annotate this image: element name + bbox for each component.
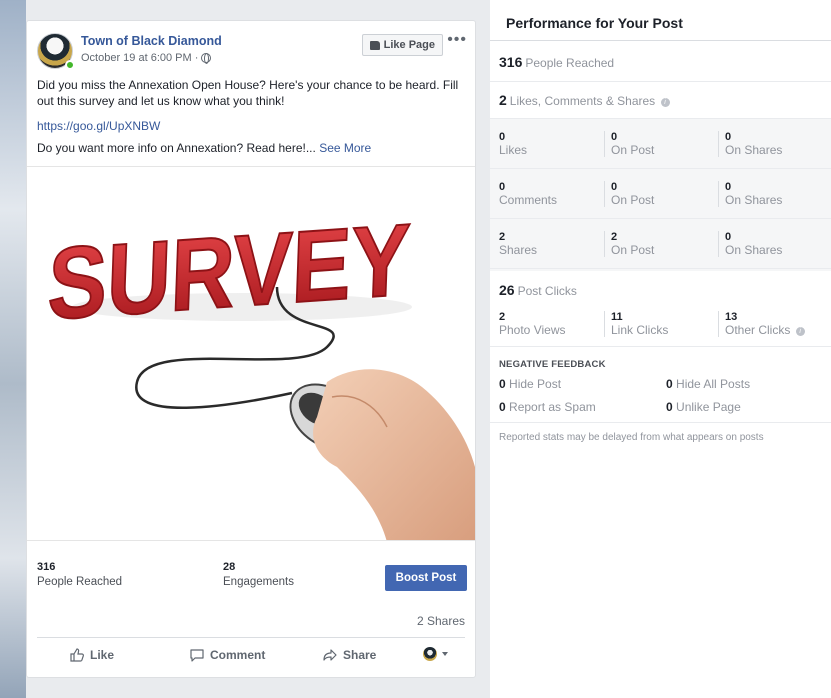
post-more-text: Do you want more info on Annexation? Rea… [37,141,371,155]
shares-total: 2 Shares [499,231,538,257]
like-label: Like [90,648,115,662]
clicks-breakdown: 2 Photo Views 11 Link Clicks 13 Other Click… [490,307,831,347]
boost-post-button[interactable]: Boost Post [385,565,467,591]
post-header: Town of Black Diamond October 19 at 6:00… [37,32,467,73]
link-clicks: 11 Link Clicks [604,311,668,337]
page-name-link[interactable]: Town of Black Diamond [81,34,222,48]
report-spam-stat: 0 Report as Spam [499,400,596,414]
comments-on-shares: 0 On Shares [718,181,782,207]
online-status-icon [65,60,75,70]
shares-on-shares: 0 On Shares [718,231,782,257]
unlike-page-stat: 0 Unlike Page [666,400,741,414]
comments-row: 0 Comments 0 On Post 0 On Shares [490,169,831,219]
engagement-row: 2 Likes, Comments & Shares i [490,82,831,119]
engagement-label: Likes, Comments & Shares [509,94,656,108]
post-more-sentence: Do you want more info on Annexation? Rea… [37,141,316,155]
post-text: Did you miss the Annexation Open House? … [37,78,459,108]
thumbs-up-icon [70,648,84,662]
like-page-label: Like Page [383,39,435,51]
likes-total: 0 Likes [499,131,528,157]
engagements-label: Engagements [223,576,294,588]
clicks-label: Post Clicks [517,284,577,298]
engagements-value: 28 [223,561,236,573]
post-actions: Like Comment Share [37,643,465,671]
info-icon[interactable]: i [660,98,670,107]
engagements-stat: 28 Engagements [223,561,294,588]
performance-panel: Performance for Your Post 316 People Reac… [490,0,831,698]
likes-row: 0 Likes 0 On Post 0 On Shares [490,119,831,169]
reached-label: People Reached [525,56,615,70]
post-image[interactable]: SURVEY [27,166,475,541]
like-button[interactable]: Like [69,647,114,663]
comment-button[interactable]: Comment [189,647,265,663]
survey-illustration: SURVEY [27,167,475,540]
comments-total: 0 Comments [499,181,558,207]
shares-row: 2 Shares 2 On Post 0 On Shares [490,219,831,269]
people-reached-value: 316 [37,561,56,573]
share-label: Share [343,648,377,662]
post-stats: 316 People Reached 28 Engagements Boost … [37,561,467,597]
hide-all-posts-stat: 0 Hide All Posts [666,377,751,391]
hide-post-stat: 0 Hide Post [499,377,562,391]
comment-label: Comment [210,648,266,662]
share-button[interactable]: Share [322,647,376,663]
shares-count-link[interactable]: 2 Shares [417,614,465,628]
see-more-link[interactable]: See More [319,141,371,155]
stats-disclaimer: Reported stats may be delayed from what … [499,432,764,443]
thumbs-up-icon [369,40,380,50]
divider [37,637,465,638]
engagement-breakdown: 0 Likes 0 On Post 0 On Shares 0 Comments 0 On… [490,119,831,271]
chevron-down-icon [442,652,448,656]
engagement-value: 2 [499,92,507,108]
performance-title: Performance for Your Post [506,15,683,31]
background-photo [0,0,26,698]
share-icon [323,649,337,661]
divider [490,422,831,423]
like-page-button[interactable]: Like Page [361,34,443,56]
people-reached-label: People Reached [37,576,123,588]
post-card: Town of Black Diamond October 19 at 6:00… [26,20,476,678]
comments-on-post: 0 On Post [604,181,654,207]
globe-icon[interactable] [201,53,212,64]
photo-views: 2 Photo Views [499,311,566,337]
post-link[interactable]: https://goo.gl/UpXNBW [37,119,160,133]
comment-icon [190,649,204,662]
reached-value: 316 [499,54,523,70]
likes-on-post: 0 On Post [604,131,654,157]
page-mini-avatar [423,647,437,661]
more-options-icon[interactable]: ••• [447,32,467,48]
people-reached-row: 316 People Reached [490,41,831,82]
likes-on-shares: 0 On Shares [718,131,782,157]
post-timestamp[interactable]: October 19 at 6:00 PM · [81,52,198,64]
post-meta: October 19 at 6:00 PM · [81,52,212,64]
people-reached-stat: 316 People Reached [37,561,122,588]
other-clicks: 13 Other Clicks i [718,311,805,337]
negative-feedback-heading: NEGATIVE FEEDBACK [499,359,606,370]
info-icon[interactable]: i [795,327,805,336]
audience-selector[interactable] [423,647,448,661]
clicks-value: 26 [499,282,515,298]
shares-on-post: 2 On Post [604,231,654,257]
post-clicks-row: 26 Post Clicks [490,271,831,307]
